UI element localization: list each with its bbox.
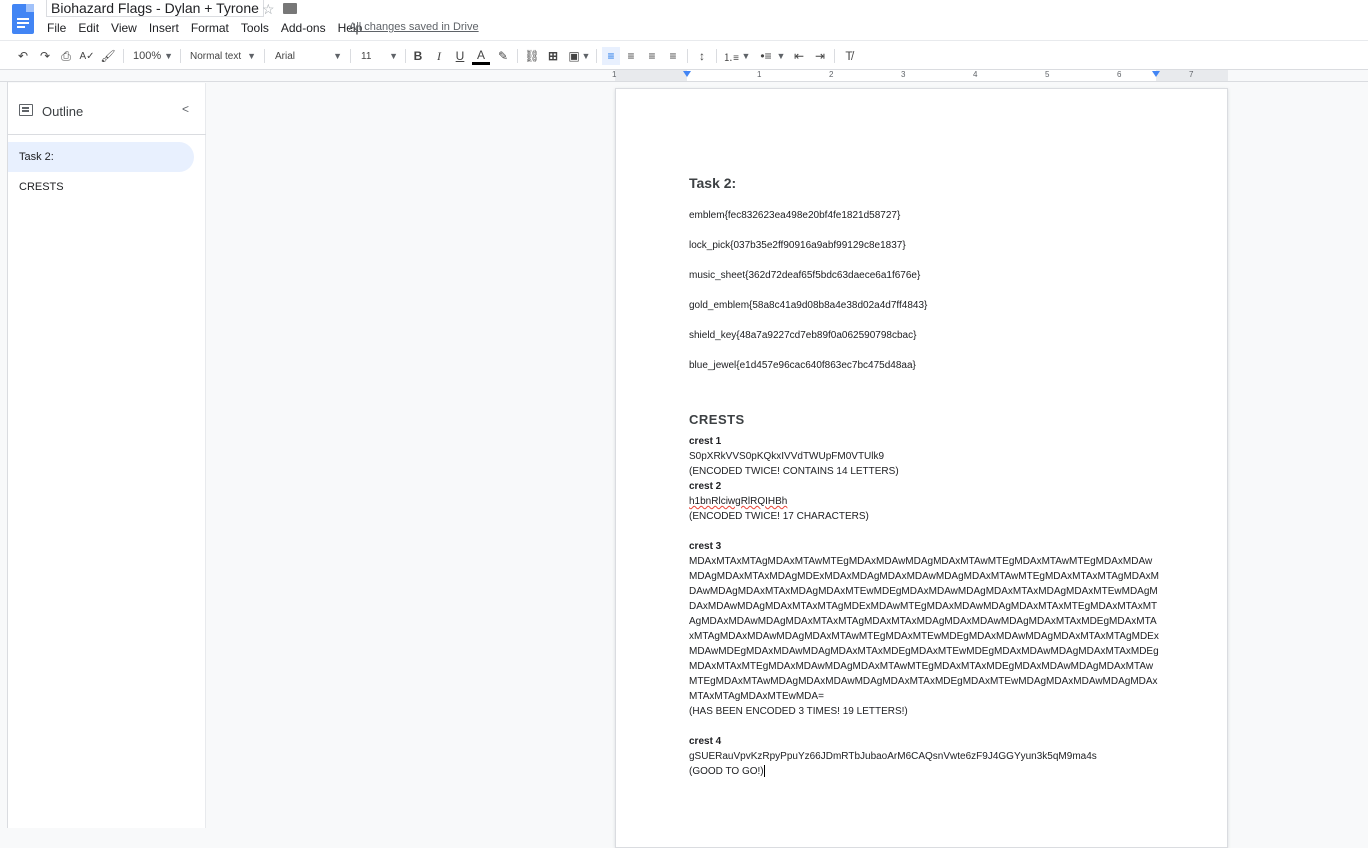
- decrease-indent-icon[interactable]: ⇤: [790, 47, 808, 65]
- ruler-number: 4: [973, 70, 978, 79]
- crest-3-note: (HAS BEEN ENCODED 3 TIMES! 19 LETTERS!): [689, 706, 908, 717]
- ruler-number: 2: [829, 70, 834, 79]
- menu-tools[interactable]: Tools: [241, 21, 269, 35]
- crest-4-label: crest 4: [689, 736, 722, 747]
- crest-1-label: crest 1: [689, 436, 722, 447]
- text-color-icon[interactable]: A: [472, 47, 490, 65]
- link-icon[interactable]: ⛓: [523, 47, 541, 65]
- ruler-number: 1: [612, 70, 617, 79]
- heading-task-2: Task 2:: [689, 175, 737, 191]
- menu-format[interactable]: Format: [191, 21, 229, 35]
- font-size-select[interactable]: 11 ▼: [361, 47, 398, 65]
- ruler-number: 1: [757, 70, 762, 79]
- ruler-number: 7: [1189, 70, 1194, 79]
- chevron-down-icon: ▼: [333, 51, 342, 61]
- redo-icon[interactable]: ↷: [36, 47, 54, 65]
- menu-view[interactable]: View: [111, 21, 137, 35]
- save-status[interactable]: All changes saved in Drive: [349, 21, 479, 33]
- zoom-select[interactable]: 100% ▼: [133, 47, 173, 65]
- crest-4-note: (GOOD TO GO!): [689, 766, 764, 777]
- toolbar: ↶ ↷ ⎙ A✓ 🖌 100% ▼ Normal text ▼ Arial ▼ 11 ▼…: [0, 40, 1368, 70]
- ruler-number: 5: [1045, 70, 1050, 79]
- increase-indent-icon[interactable]: ⇥: [811, 47, 829, 65]
- menu-insert[interactable]: Insert: [149, 21, 179, 35]
- menu-bar: File Edit View Insert Format Tools Add-o…: [47, 21, 374, 35]
- outline-icon: [19, 104, 33, 116]
- flag-line: emblem{fec832623ea498e20bf4fe1821d58727}: [689, 210, 901, 221]
- chevron-down-icon[interactable]: ▼: [742, 47, 751, 65]
- outline-item-task-2[interactable]: Task 2:: [8, 142, 194, 172]
- paint-format-icon[interactable]: 🖌: [99, 47, 117, 65]
- crest-3-label: crest 3: [689, 541, 722, 552]
- align-right-icon[interactable]: ≡: [643, 47, 661, 65]
- font-value: Arial: [275, 50, 296, 62]
- align-center-icon[interactable]: ≡: [622, 47, 640, 65]
- crest-2-value[interactable]: h1bnRlciwgRlRQIHBh: [689, 496, 787, 507]
- document-title[interactable]: Biohazard Flags - Dylan + Tyrone: [46, 0, 264, 17]
- flag-line: lock_pick{037b35e2ff90916a9abf99129c8e18…: [689, 240, 906, 251]
- underline-icon[interactable]: U: [451, 47, 469, 65]
- outline-panel: Outline < Task 2: CRESTS: [8, 83, 206, 828]
- font-size-value: 11: [361, 50, 372, 62]
- vertical-ruler[interactable]: [0, 82, 8, 828]
- right-indent-marker[interactable]: [1152, 71, 1160, 77]
- docs-logo-icon[interactable]: [12, 4, 34, 34]
- undo-icon[interactable]: ↶: [14, 47, 32, 65]
- bulleted-list-icon[interactable]: •≡: [757, 47, 775, 65]
- justify-icon[interactable]: ≡: [664, 47, 682, 65]
- flag-line: shield_key{48a7a9227cd7eb89f0a062590798c…: [689, 330, 917, 341]
- left-indent-marker[interactable]: [683, 71, 691, 77]
- clear-formatting-icon[interactable]: T̸: [840, 47, 858, 65]
- chevron-left-icon[interactable]: <: [182, 102, 189, 116]
- flag-line: music_sheet{362d72deaf65f5bdc63daece6a1f…: [689, 270, 921, 281]
- title-bar: Biohazard Flags - Dylan + Tyrone ☆ File …: [0, 0, 1368, 40]
- menu-addons[interactable]: Add-ons: [281, 21, 326, 35]
- outline-item-crests[interactable]: CRESTS: [8, 172, 194, 202]
- highlight-icon[interactable]: ✎: [494, 47, 512, 65]
- flag-line: gold_emblem{58a8c41a9d08b8a4e38d02a4d7ff…: [689, 300, 928, 311]
- document-body[interactable]: Task 2: emblem{fec832623ea498e20bf4fe182…: [689, 175, 1159, 779]
- text-cursor: [763, 765, 765, 778]
- align-left-icon[interactable]: ≡: [602, 47, 620, 65]
- crest-1-value: S0pXRkVVS0pKQkxIVVdTWUpFM0VTUlk9: [689, 451, 885, 462]
- ruler-number: 6: [1117, 70, 1122, 79]
- italic-icon[interactable]: I: [430, 47, 448, 65]
- add-comment-icon[interactable]: ⊞: [544, 47, 562, 65]
- chevron-down-icon: ▼: [247, 51, 256, 61]
- style-value: Normal text: [190, 50, 242, 62]
- menu-file[interactable]: File: [47, 21, 66, 35]
- insert-image-icon[interactable]: ▣: [565, 47, 583, 65]
- outline-title: Outline: [42, 104, 84, 119]
- font-select[interactable]: Arial ▼: [275, 47, 342, 65]
- crest-4-value: gSUERauVpvKzRpyPpuYz66JDmRTbJubaoArM6CAQ…: [689, 751, 1097, 762]
- outline-header: Outline <: [8, 83, 206, 135]
- numbered-list-icon[interactable]: ⒈≡: [722, 47, 740, 65]
- folder-icon[interactable]: [283, 3, 297, 14]
- ruler-number: 3: [901, 70, 906, 79]
- horizontal-ruler[interactable]: 1 1 2 3 4 5 6 7: [0, 70, 1368, 82]
- spellcheck-icon[interactable]: A✓: [78, 47, 96, 65]
- chevron-down-icon: ▼: [389, 51, 398, 61]
- chevron-down-icon: ▼: [164, 51, 173, 61]
- crest-2-label: crest 2: [689, 481, 722, 492]
- line-spacing-icon[interactable]: ↕: [693, 47, 711, 65]
- heading-crests: CRESTS: [689, 412, 745, 427]
- crest-1-note: (ENCODED TWICE! CONTAINS 14 LETTERS): [689, 466, 899, 477]
- document-page[interactable]: Task 2: emblem{fec832623ea498e20bf4fe182…: [615, 88, 1228, 848]
- crest-2-note: (ENCODED TWICE! 17 CHARACTERS): [689, 511, 869, 522]
- style-select[interactable]: Normal text ▼: [190, 47, 256, 65]
- star-icon[interactable]: ☆: [262, 1, 275, 18]
- zoom-value: 100%: [133, 50, 162, 62]
- chevron-down-icon[interactable]: ▼: [777, 47, 786, 65]
- flag-line: blue_jewel{e1d457e96cac640f863ec7bc475d4…: [689, 360, 916, 371]
- crest-3-value: MDAxMTAxMTAgMDAxMTAwMTEgMDAxMDAwMDAgMDAx…: [689, 556, 1160, 702]
- menu-edit[interactable]: Edit: [78, 21, 99, 35]
- bold-icon[interactable]: B: [409, 47, 427, 65]
- chevron-down-icon[interactable]: ▼: [582, 47, 591, 65]
- print-icon[interactable]: ⎙: [57, 47, 75, 65]
